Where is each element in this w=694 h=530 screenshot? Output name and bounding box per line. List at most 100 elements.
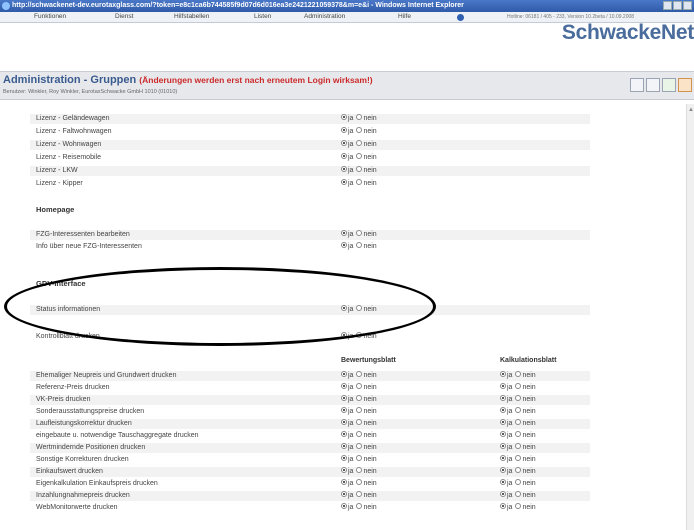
radio-ja[interactable] [500,467,506,474]
radio-nein[interactable] [356,407,363,414]
scroll-up-arrow-icon[interactable]: ▲ [687,106,694,114]
radio-ja[interactable] [341,140,347,147]
radio-ja[interactable] [341,153,347,160]
maximize-button[interactable] [673,1,682,10]
radio-ja[interactable] [341,127,347,134]
radio-nein[interactable] [515,443,522,450]
radio-nein[interactable] [515,479,522,486]
radio-ja[interactable] [341,431,347,438]
radio-ja[interactable] [341,443,347,450]
search-icon[interactable] [630,78,644,92]
radio-nein[interactable] [356,503,363,510]
radio-nein[interactable] [356,140,363,147]
radio-ja[interactable] [500,419,506,426]
radio-ja[interactable] [341,230,347,237]
radio-ja[interactable] [500,395,506,402]
radio-nein-label: nein [363,141,377,148]
radio-nein[interactable] [356,419,363,426]
radio-nein[interactable] [356,242,363,249]
radio-ja[interactable] [341,455,347,462]
radio-ja-label: ja [507,372,513,379]
radio-ja[interactable] [500,383,506,390]
radio-ja[interactable] [341,114,347,121]
menu-hilfe[interactable]: Hilfe [398,12,411,22]
radio-ja[interactable] [500,431,506,438]
scrollbar[interactable]: ▲ [686,104,694,530]
radio-nein[interactable] [356,114,363,121]
radio-ja[interactable] [341,395,347,402]
setting-label: Inzahlungnahmepreis drucken [36,492,130,499]
radio-ja-label: ja [507,456,513,463]
radio-nein[interactable] [515,419,522,426]
radio-nein[interactable] [356,395,363,402]
radio-nein-label: nein [363,432,377,439]
radio-nein[interactable] [356,455,363,462]
radio-ja[interactable] [341,479,347,486]
radio-nein[interactable] [356,179,363,186]
radio-nein[interactable] [356,467,363,474]
menu-hilfstabellen[interactable]: Hilfstabellen [174,12,209,22]
radio-ja[interactable] [341,503,347,510]
radio-nein[interactable] [356,166,363,173]
radio-nein[interactable] [356,153,363,160]
radio-ja[interactable] [500,455,506,462]
print-row: Referenz-Preis drucken ja nein ja nein [30,383,590,393]
document-icon[interactable] [646,78,660,92]
radio-ja-label: ja [507,432,513,439]
close-button[interactable] [683,1,692,10]
radio-ja-label: ja [507,504,513,511]
radio-nein[interactable] [356,479,363,486]
radio-nein[interactable] [515,431,522,438]
radio-nein-label: nein [522,372,536,379]
radio-nein[interactable] [515,371,522,378]
radio-nein[interactable] [515,467,522,474]
radio-ja-label: ja [348,444,354,451]
radio-ja[interactable] [500,407,506,414]
radio-group-bewertung: ja nein [341,431,377,441]
radio-ja-label: ja [348,408,354,415]
radio-nein[interactable] [356,443,363,450]
help-icon[interactable] [678,78,692,92]
menu-dienst[interactable]: Dienst [115,12,133,22]
radio-ja[interactable] [341,166,347,173]
radio-ja[interactable] [341,371,347,378]
minimize-button[interactable] [663,1,672,10]
radio-ja[interactable] [341,407,347,414]
radio-nein[interactable] [356,371,363,378]
radio-nein[interactable] [515,407,522,414]
radio-ja[interactable] [341,491,347,498]
radio-nein[interactable] [356,383,363,390]
radio-ja[interactable] [341,467,347,474]
radio-ja[interactable] [341,179,347,186]
radio-nein[interactable] [356,431,363,438]
radio-ja[interactable] [500,479,506,486]
radio-nein[interactable] [515,455,522,462]
setting-row: Lizenz - Faltwohnwagen ja nein [30,127,590,137]
radio-ja[interactable] [500,443,506,450]
menu-administration[interactable]: Administration [304,12,345,22]
radio-nein[interactable] [515,491,522,498]
radio-nein[interactable] [356,127,363,134]
checkmark-icon[interactable] [662,78,676,92]
radio-group-kalkulation: ja nein [500,467,536,477]
menu-funktionen[interactable]: Funktionen [34,12,66,22]
radio-nein[interactable] [515,383,522,390]
radio-group-bewertung: ja nein [341,455,377,465]
radio-group-kalkulation: ja nein [500,395,536,405]
help-icon[interactable] [457,13,464,21]
radio-ja[interactable] [341,242,347,249]
radio-nein[interactable] [356,230,363,237]
radio-nein[interactable] [515,395,522,402]
radio-ja[interactable] [500,491,506,498]
radio-nein[interactable] [356,491,363,498]
setting-label: Lizenz - Faltwohnwagen [36,128,112,135]
radio-ja[interactable] [341,383,347,390]
radio-ja[interactable] [500,503,506,510]
radio-ja[interactable] [341,419,347,426]
radio-nein[interactable] [515,503,522,510]
menu-listen[interactable]: Listen [254,12,271,22]
radio-ja[interactable] [500,371,506,378]
column-header-bewertungsblatt: Bewertungsblatt [341,357,396,364]
page-title-note: (Änderungen werden erst nach erneutem Lo… [139,75,373,85]
setting-label: Eigenkalkulation Einkaufspreis drucken [36,480,158,487]
